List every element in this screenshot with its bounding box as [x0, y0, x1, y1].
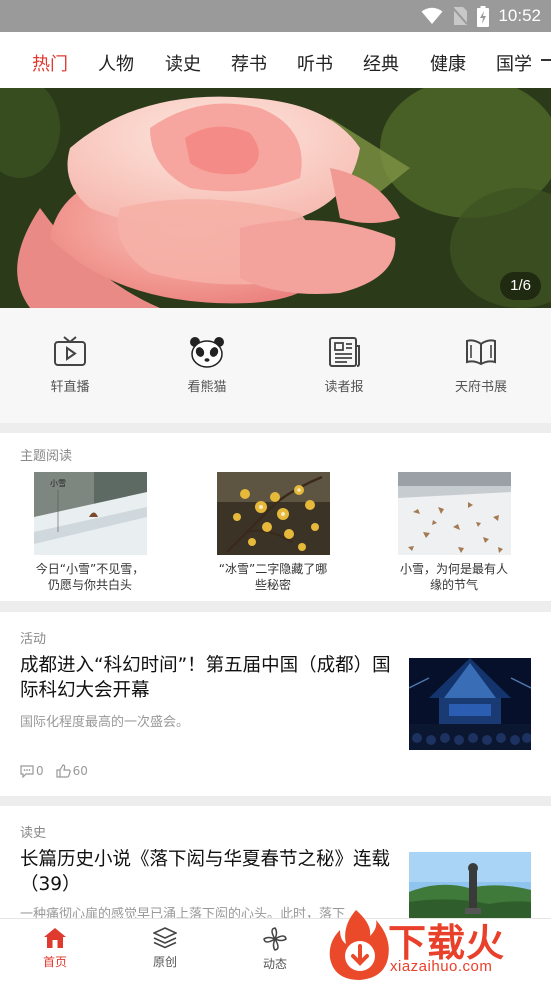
- theme-card-caption: 今日“小雪”不见雪，仍愿与你共白头: [35, 562, 145, 592]
- status-time: 10:52: [498, 6, 541, 25]
- like-count-value: 60: [72, 764, 88, 778]
- quick-entry-newspaper[interactable]: 读者报: [294, 336, 394, 395]
- category-tabs: 热门 人物 读史 荐书 听书 经典 健康 国学: [0, 32, 551, 88]
- status-icons: 10:52: [421, 0, 541, 32]
- more-tabs-icon[interactable]: [541, 59, 551, 61]
- section-title: 主题阅读: [20, 449, 73, 464]
- fire-download-icon: [329, 910, 389, 980]
- quick-entry-row: 轩直播 看熊猫 读者报 天府书展: [0, 308, 551, 423]
- wifi-icon: [421, 7, 443, 24]
- quick-entry-live[interactable]: 轩直播: [20, 336, 120, 395]
- quick-entry-label: 轩直播: [50, 380, 90, 395]
- comment-count[interactable]: 0: [20, 764, 44, 778]
- article-card[interactable]: 读史 长篇历史小说《落下闳与华夏春节之秘》连载（39） 一种痛彻心扉的感觉早已涌…: [0, 806, 551, 922]
- status-bar: 10:52: [0, 0, 551, 32]
- like-count[interactable]: 60: [56, 764, 88, 778]
- pinwheel-icon: [263, 927, 287, 951]
- theme-card-caption: “冰雪”二字隐藏了哪些秘密: [218, 562, 328, 592]
- theme-card-image: [397, 472, 511, 555]
- nav-label: 首页: [42, 955, 67, 969]
- article-card[interactable]: 活动 成都进入“科幻时间”！第五届中国（成都）国际科幻大会开幕 国际化程度最高的…: [0, 612, 551, 796]
- watermark-url: xiazaihuo.com: [390, 958, 493, 975]
- nav-dynamics[interactable]: 动态: [240, 927, 310, 972]
- tab-history[interactable]: 读史: [165, 50, 201, 76]
- theme-card[interactable]: “冰雪”二字隐藏了哪些秘密: [208, 472, 338, 593]
- newspaper-icon: [329, 337, 360, 367]
- quick-entry-label: 看熊猫: [187, 380, 227, 395]
- banner-rose-image: [0, 88, 551, 308]
- article-title: 成都进入“科幻时间”！第五届中国（成都）国际科幻大会开幕: [20, 655, 391, 701]
- nav-original[interactable]: 原创: [130, 927, 200, 970]
- thumbs-up-icon: [56, 764, 71, 778]
- theme-reading-section: 主题阅读 小雪 今日“小雪”不见雪，仍愿与你共白头 “冰雪”二字隐藏了哪些秘密 …: [0, 433, 551, 601]
- article-section-label: 读史: [20, 826, 47, 841]
- panda-icon: [190, 337, 224, 368]
- tab-audiobook[interactable]: 听书: [297, 50, 333, 76]
- tv-icon: [54, 336, 86, 366]
- theme-card-image-text: 小雪: [50, 479, 66, 488]
- night-mode-icon[interactable]: [5, 50, 23, 70]
- book-icon: [466, 339, 496, 366]
- quick-entry-label: 读者报: [324, 380, 364, 395]
- home-icon: [44, 928, 66, 948]
- banner-carousel[interactable]: 1/6: [0, 88, 551, 308]
- battery-charging-icon: [477, 5, 490, 27]
- comment-icon: [20, 764, 34, 778]
- watermark-logo: 下载火 xiazaihuo.com: [326, 908, 551, 981]
- app-screen: 10:52 热门 人物 读史 荐书 听书 经典 健康 国学 1/6 轩直播 看熊…: [0, 0, 551, 981]
- nav-home[interactable]: 首页: [20, 927, 90, 970]
- theme-card-image: [216, 472, 330, 555]
- tab-hot[interactable]: 热门: [32, 50, 68, 76]
- tab-chinese-studies[interactable]: 国学: [496, 50, 532, 76]
- nav-label: 原创: [152, 955, 177, 969]
- article-stats: 0 60: [20, 764, 96, 778]
- banner-pager: 1/6: [500, 272, 541, 300]
- comment-count-value: 0: [36, 764, 44, 778]
- article-summary: 国际化程度最高的一次盛会。: [20, 715, 190, 730]
- tab-classics[interactable]: 经典: [363, 50, 399, 76]
- theme-card-caption: 小雪，为何是最有人缘的节气: [399, 562, 508, 592]
- article-title: 长篇历史小说《落下闳与华夏春节之秘》连载（39）: [20, 849, 391, 895]
- quick-entry-book-fair[interactable]: 天府书展: [431, 336, 531, 395]
- theme-card[interactable]: 小雪，为何是最有人缘的节气: [389, 472, 519, 593]
- layers-icon: [153, 927, 177, 949]
- quick-entry-label: 天府书展: [454, 380, 507, 395]
- tab-book-recommend[interactable]: 荐书: [231, 50, 267, 76]
- article-section-label: 活动: [20, 632, 47, 647]
- tab-people[interactable]: 人物: [98, 50, 134, 76]
- article-thumbnail: [409, 658, 531, 750]
- quick-entry-panda[interactable]: 看熊猫: [157, 336, 257, 395]
- nav-label: 动态: [262, 957, 287, 971]
- theme-card-image: 小雪: [33, 472, 147, 555]
- theme-card[interactable]: 小雪 今日“小雪”不见雪，仍愿与你共白头: [25, 472, 155, 593]
- tab-health[interactable]: 健康: [430, 50, 466, 76]
- no-sim-icon: [452, 7, 469, 25]
